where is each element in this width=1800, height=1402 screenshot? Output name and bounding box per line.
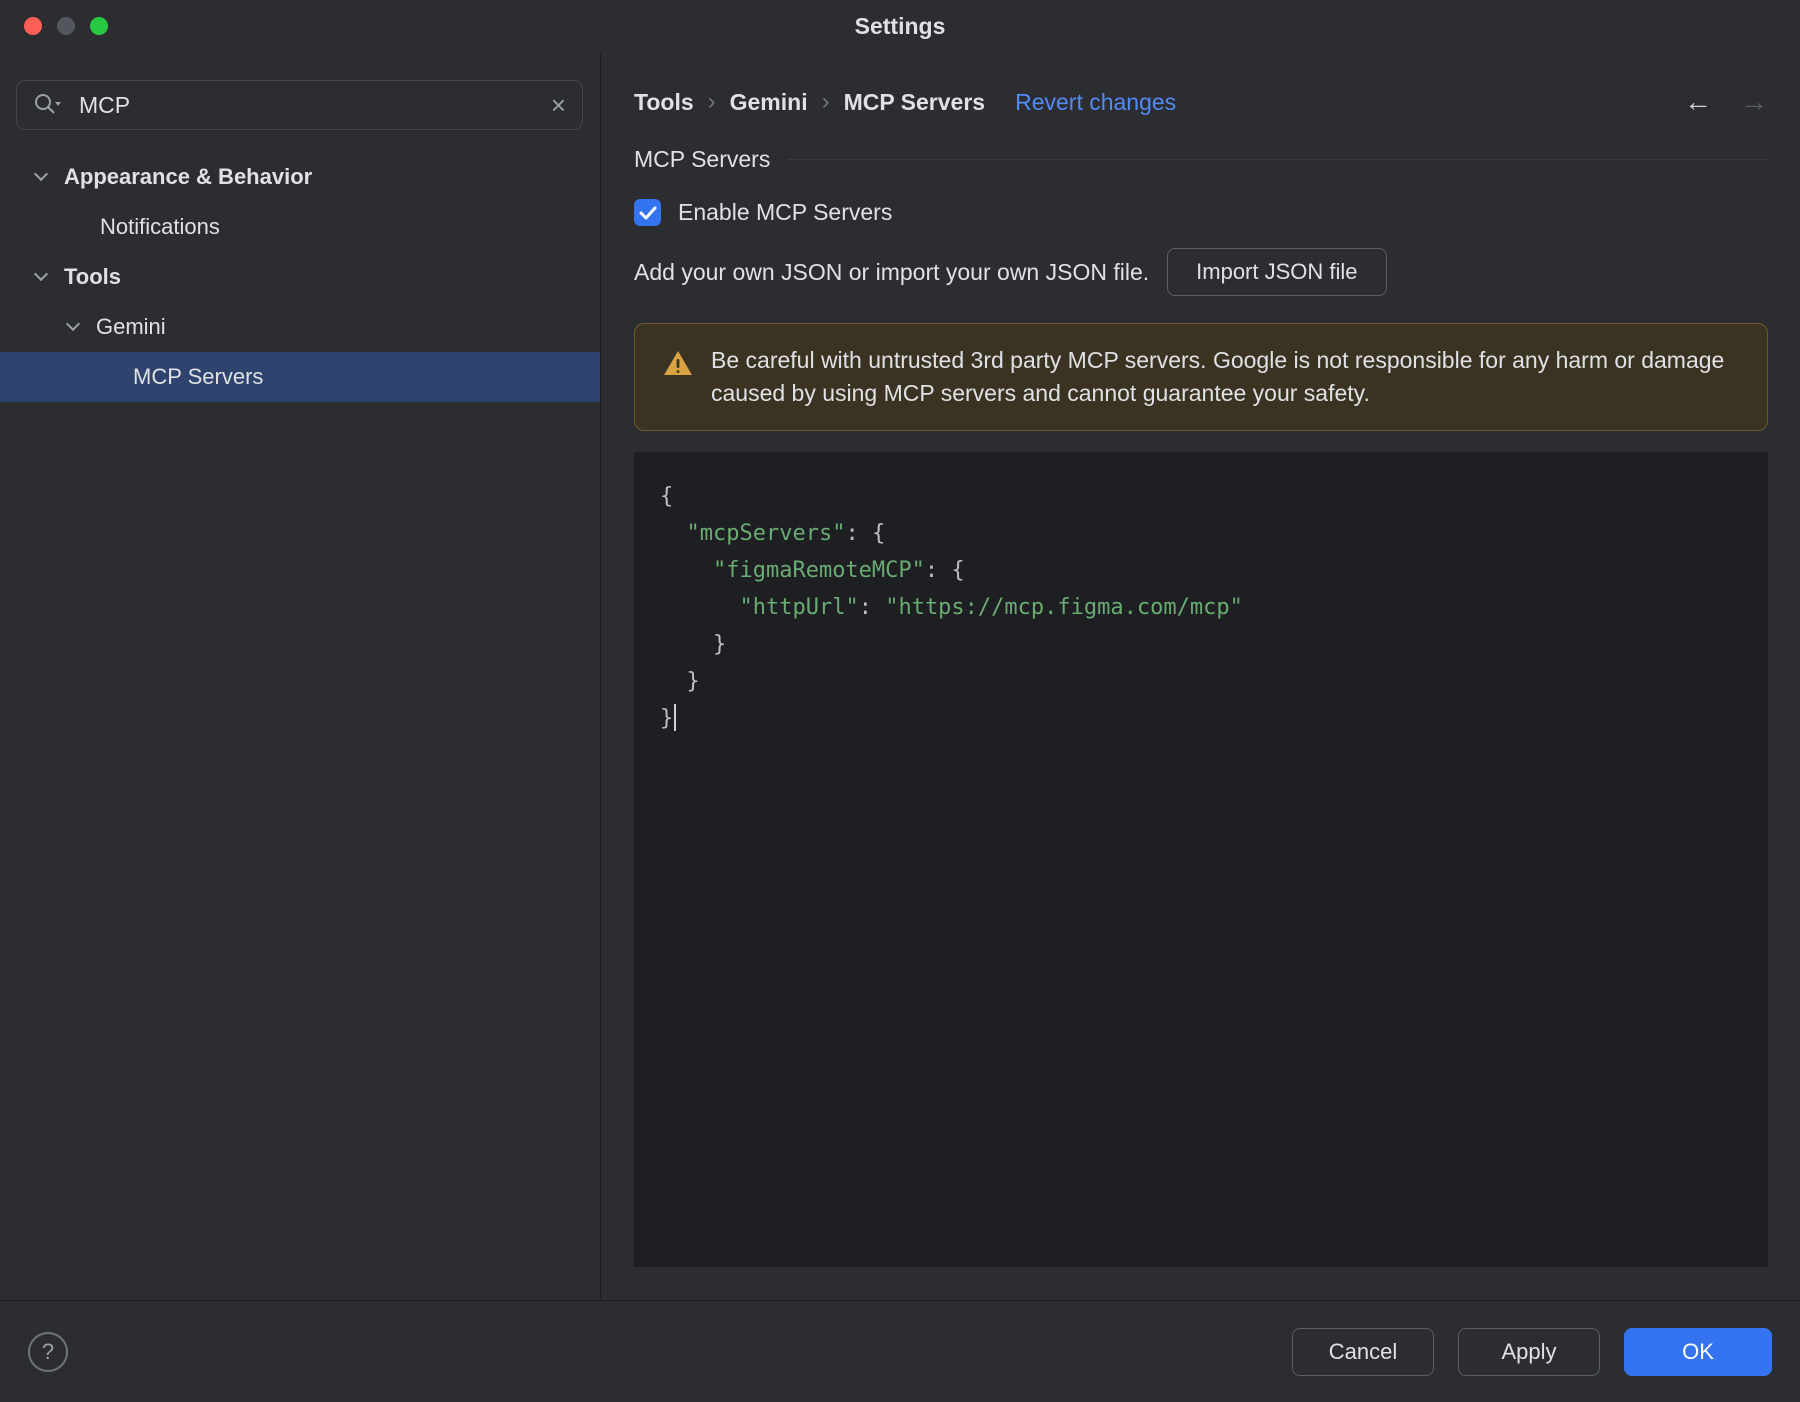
warning-icon (663, 350, 693, 381)
text-caret (674, 704, 677, 731)
window-title: Settings (854, 12, 946, 39)
json-editor-code[interactable]: { "mcpServers": { "figmaRemoteMCP": { "h… (660, 478, 1768, 737)
sidebar-item-tools[interactable]: Tools (0, 252, 600, 302)
search-input[interactable] (79, 91, 551, 119)
cancel-button[interactable]: Cancel (1292, 1327, 1434, 1376)
search-icon[interactable] (33, 92, 63, 118)
section-title: MCP Servers (634, 146, 771, 172)
help-button[interactable]: ? (28, 1331, 68, 1372)
sidebar-item-label: Gemini (96, 314, 166, 339)
zoom-window-button[interactable] (90, 17, 108, 35)
add-json-text: Add your own JSON or import your own JSO… (634, 258, 1150, 285)
warning-banner: Be careful with untrusted 3rd party MCP … (634, 323, 1768, 431)
mcp-json-editor[interactable]: { "mcpServers": { "figmaRemoteMCP": { "h… (634, 452, 1768, 1267)
sidebar-item-gemini[interactable]: Gemini (0, 302, 600, 352)
titlebar: Settings (0, 0, 1800, 52)
breadcrumb-mcp-servers: MCP Servers (843, 88, 986, 115)
window-controls (24, 17, 108, 35)
chevron-down-icon[interactable] (33, 166, 49, 182)
sidebar-item-notifications[interactable]: Notifications (0, 202, 600, 252)
footer-buttons: Cancel Apply OK (1292, 1327, 1772, 1376)
back-arrow-icon[interactable]: ← (1684, 86, 1712, 118)
sidebar-item-label: Appearance & Behavior (64, 164, 313, 189)
sidebar-item-label: Tools (64, 264, 122, 289)
history-nav: ← → (1684, 86, 1768, 118)
close-window-button[interactable] (24, 17, 42, 35)
settings-content: Tools › Gemini › MCP Servers Revert chan… (601, 52, 1800, 1300)
ok-button[interactable]: OK (1624, 1327, 1772, 1376)
chevron-down-icon[interactable] (33, 266, 49, 282)
settings-sidebar: × Appearance & Behavior Notifications To… (0, 52, 600, 1300)
minimize-window-button[interactable] (57, 17, 75, 35)
sidebar-item-label: Notifications (100, 214, 220, 239)
sidebar-item-mcp-servers[interactable]: MCP Servers (0, 352, 600, 402)
breadcrumb-tools[interactable]: Tools (634, 89, 694, 116)
import-json-button[interactable]: Import JSON file (1167, 248, 1387, 296)
forward-arrow-icon: → (1740, 86, 1768, 117)
enable-mcp-label: Enable MCP Servers (678, 199, 893, 225)
search-field[interactable]: × (16, 80, 583, 130)
dialog-footer: ? Cancel Apply OK (0, 1300, 1800, 1402)
enable-mcp-row[interactable]: Enable MCP Servers (634, 199, 1768, 226)
section-header: MCP Servers (634, 146, 1768, 173)
breadcrumb-separator: › (707, 88, 716, 115)
chevron-down-icon[interactable] (65, 316, 81, 332)
breadcrumb: Tools › Gemini › MCP Servers Revert chan… (634, 80, 1768, 124)
enable-mcp-checkbox[interactable] (634, 199, 661, 226)
revert-changes-link[interactable]: Revert changes (1015, 89, 1176, 116)
warning-text: Be careful with untrusted 3rd party MCP … (711, 347, 1725, 406)
sidebar-item-appearance-behavior[interactable]: Appearance & Behavior (0, 152, 600, 202)
apply-button[interactable]: Apply (1458, 1327, 1600, 1376)
section-divider (788, 159, 1768, 160)
breadcrumb-separator: › (821, 88, 830, 115)
settings-tree: Appearance & Behavior Notifications Tool… (0, 152, 600, 402)
clear-search-icon[interactable]: × (551, 92, 566, 118)
breadcrumb-gemini[interactable]: Gemini (730, 89, 808, 116)
sidebar-item-label: MCP Servers (133, 364, 264, 389)
import-json-row: Add your own JSON or import your own JSO… (634, 248, 1768, 296)
